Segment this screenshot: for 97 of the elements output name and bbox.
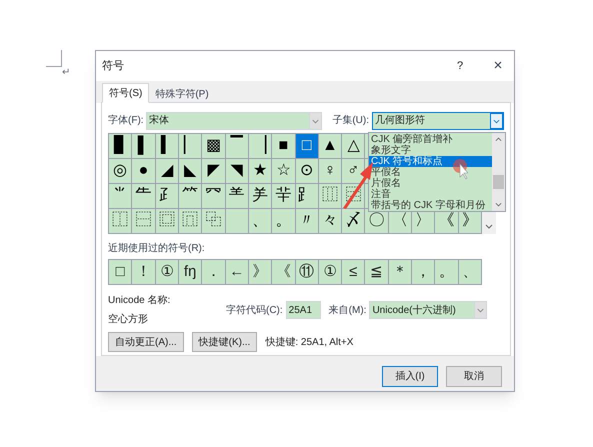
chevron-down-icon xyxy=(309,112,321,128)
symbol-cell[interactable]: 〇 xyxy=(365,209,389,234)
char-code-label: 字符代码(C): xyxy=(226,304,283,318)
subset-option[interactable]: 带括号的 CJK 字母和月份 xyxy=(369,200,486,211)
recent-symbol-cell[interactable]: 》 xyxy=(248,260,272,285)
symbol-cell[interactable]: ▲ xyxy=(318,134,342,159)
paragraph-mark: ↵ xyxy=(62,68,70,78)
symbol-cell[interactable]: ⺧ xyxy=(132,184,156,209)
recent-symbol-cell[interactable]: ⑪ xyxy=(296,260,319,285)
recent-symbol-cell[interactable]: 、 xyxy=(458,260,482,285)
recent-symbol-cell[interactable]: ！ xyxy=(132,260,156,285)
symbol-cell[interactable]: ▔ xyxy=(226,134,249,159)
symbol-cell[interactable]: ◎ xyxy=(109,159,132,184)
recent-symbol-cell[interactable]: ① xyxy=(156,260,179,285)
font-dropdown[interactable]: 宋体 xyxy=(146,112,322,130)
symbol-cell[interactable]: ⺮ xyxy=(178,184,202,209)
symbol-cell[interactable]: ◣ xyxy=(178,159,202,184)
symbol-cell[interactable]: □ xyxy=(296,134,319,159)
recent-symbol-cell[interactable]: 。 xyxy=(435,260,459,285)
scrollbar-thumb[interactable] xyxy=(493,175,504,189)
symbol-cell[interactable]: ⺳ xyxy=(202,184,226,209)
window-title: 符号 xyxy=(102,58,125,74)
help-button[interactable]: ? xyxy=(450,58,470,74)
subset-option[interactable]: 片假名 xyxy=(369,178,401,189)
dialog-button[interactable]: 快捷键(K)... xyxy=(192,332,258,352)
close-button[interactable]: × xyxy=(488,54,508,78)
dialog-button[interactable]: 自动更正(A)... xyxy=(108,332,184,352)
symbol-cell[interactable]: ◥ xyxy=(226,159,249,184)
dialog-button[interactable]: 取消 xyxy=(446,366,502,387)
unicode-name-label: Unicode 名称: xyxy=(108,294,172,308)
recent-symbol-cell[interactable]: ＊ xyxy=(388,260,412,285)
symbol-cell[interactable]: ◤ xyxy=(202,159,226,184)
symbol-cell[interactable]: ◢ xyxy=(156,159,179,184)
symbol-cell[interactable]: ■ xyxy=(272,134,296,159)
symbol-cell[interactable]: ● xyxy=(132,159,156,184)
symbol-cell[interactable]: ⿱ xyxy=(132,209,156,234)
from-label: 来自(M): xyxy=(328,304,366,318)
symbol-cell[interactable]: ▩ xyxy=(202,134,226,159)
symbol-cell[interactable]: ⿵ xyxy=(178,209,202,234)
recent-symbol-cell[interactable]: ① xyxy=(318,260,342,285)
scrollbar[interactable] xyxy=(492,133,505,211)
symbol-cell[interactable] xyxy=(226,209,249,234)
symbol-cell[interactable]: ♀ xyxy=(318,159,342,184)
subset-dropdown[interactable]: 几何图形符 xyxy=(372,112,504,130)
subset-label: 子集(U): xyxy=(332,114,369,128)
unicode-name-value: 空心方形 xyxy=(108,312,149,327)
from-dropdown[interactable]: Unicode(十六进制) xyxy=(369,301,488,319)
chevron-up-icon xyxy=(495,136,502,142)
symbol-cell[interactable]: ⺸ xyxy=(272,184,296,209)
symbol-cell[interactable]: ⿰ xyxy=(109,209,132,234)
subset-option[interactable]: 注音 xyxy=(369,189,391,200)
symbol-cell[interactable]: ☆ xyxy=(272,159,296,184)
dialog-button[interactable]: 插入(I) xyxy=(382,366,438,387)
symbol-cell[interactable]: ⿻ xyxy=(202,209,226,234)
recent-symbol-cell[interactable]: ≤ xyxy=(342,260,366,285)
symbol-cell[interactable]: ⿴ xyxy=(156,209,179,234)
subset-option[interactable]: CJK 偏旁部首增补 xyxy=(369,134,453,145)
chevron-down-icon xyxy=(474,302,486,318)
font-label: 字体(F): xyxy=(108,114,145,128)
char-code-field[interactable]: 25A1 xyxy=(286,301,321,319)
symbol-cell[interactable]: ▊ xyxy=(109,134,132,159)
recent-symbol-cell[interactable]: ← xyxy=(226,260,249,285)
chevron-down-icon xyxy=(495,202,502,208)
symbol-cell[interactable]: ▍ xyxy=(156,134,179,159)
symbol-cell[interactable]: ▌ xyxy=(132,134,156,159)
chevron-down-icon xyxy=(490,112,503,128)
tab[interactable]: 符号(S) xyxy=(102,83,150,103)
symbol-cell[interactable]: 〃 xyxy=(296,209,319,234)
symbol-cell[interactable]: ▏ xyxy=(178,134,202,159)
symbol-cell[interactable]: ⿲ xyxy=(318,184,342,209)
symbol-cell[interactable]: ⊙ xyxy=(296,159,319,184)
recent-symbol-cell[interactable]: ， xyxy=(412,260,436,285)
chevron-down-icon xyxy=(485,223,493,231)
symbol-cell[interactable]: ⺌ xyxy=(109,184,132,209)
subset-option[interactable]: 象形文字 xyxy=(369,145,411,156)
symbol-cell[interactable]: 。 xyxy=(272,209,296,234)
symbol-cell[interactable]: ⺪ xyxy=(156,184,179,209)
symbol-cell[interactable]: ♂ xyxy=(342,159,366,184)
recent-symbols-label: 近期使用过的符号(R): xyxy=(108,242,206,256)
symbol-cell[interactable]: △ xyxy=(342,134,366,159)
recent-symbol-cell[interactable]: □ xyxy=(109,260,132,285)
recent-symbol-cell[interactable]: 《 xyxy=(272,260,296,285)
symbol-cell[interactable]: ★ xyxy=(248,159,272,184)
recent-symbol-cell[interactable]: ≦ xyxy=(365,260,389,285)
symbol-cell[interactable]: ▕ xyxy=(248,134,272,159)
shortcut-text: 快捷键: 25A1, Alt+X xyxy=(265,336,354,350)
symbol-cell[interactable]: ⻊ xyxy=(296,184,319,209)
recent-symbol-cell[interactable]: ． xyxy=(202,260,226,285)
symbol-cell[interactable]: ⺶ xyxy=(248,184,272,209)
subset-option[interactable]: 平假名 xyxy=(369,167,401,178)
cursor-icon xyxy=(452,158,468,180)
recent-symbol-cell[interactable]: fŋ xyxy=(178,260,202,285)
symbol-cell[interactable]: ⺷ xyxy=(226,184,249,209)
symbol-cell[interactable]: 、 xyxy=(248,209,272,234)
subset-option[interactable]: CJK 符号和标点 xyxy=(369,156,492,167)
symbol-cell[interactable]: 〆 xyxy=(342,209,366,234)
symbol-cell[interactable]: 々 xyxy=(318,209,342,234)
